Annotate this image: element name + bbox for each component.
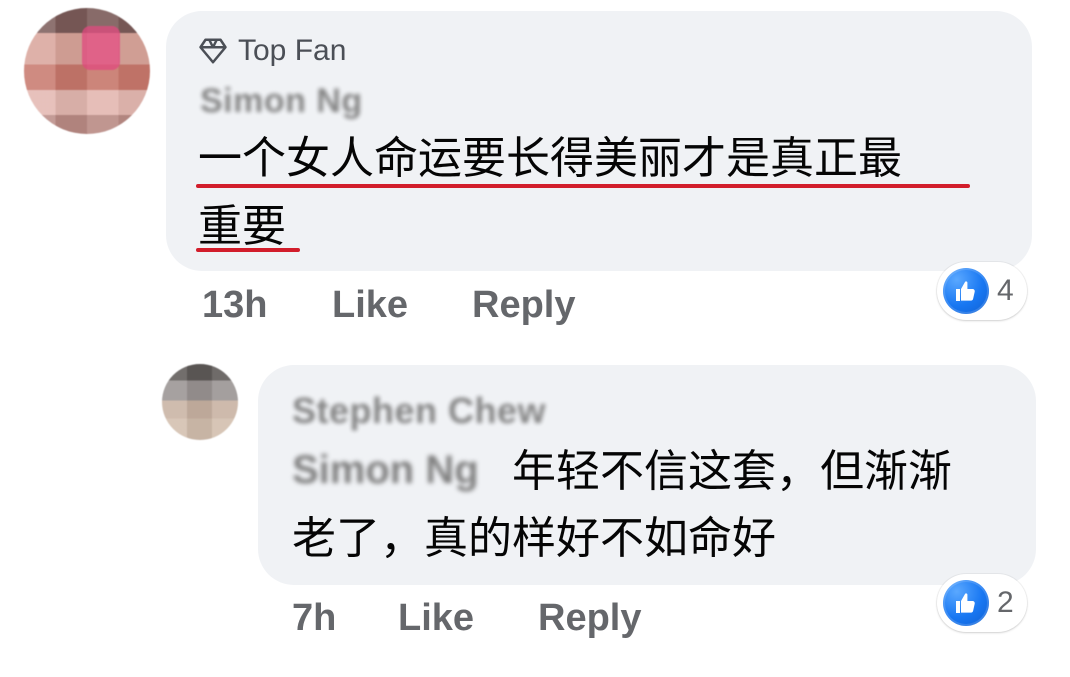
- comment-time[interactable]: 13h: [202, 284, 267, 327]
- mention-link[interactable]: Simon Ng: [292, 448, 479, 493]
- avatar[interactable]: [24, 8, 150, 134]
- comment-text-line-2: 老了，真的样好不如命好: [292, 513, 776, 564]
- reaction-count: 2: [997, 586, 1014, 619]
- comment-text-line-1: 一个女人命运要长得美丽才是真正最: [198, 133, 902, 184]
- like-button[interactable]: Like: [332, 284, 408, 327]
- reactions-pill[interactable]: 2: [937, 574, 1027, 632]
- reactions-pill[interactable]: 4: [937, 262, 1027, 320]
- diamond-icon: [198, 36, 228, 66]
- comment-author[interactable]: Stephen Chew: [292, 390, 546, 432]
- comment-time[interactable]: 7h: [292, 597, 336, 640]
- comment-author[interactable]: Simon Ng: [200, 82, 363, 121]
- underline-marker: [196, 184, 970, 188]
- top-fan-label: Top Fan: [238, 34, 347, 67]
- reply-button[interactable]: Reply: [472, 284, 575, 327]
- top-fan-badge: Top Fan: [198, 34, 346, 68]
- avatar[interactable]: [162, 364, 238, 440]
- underline-marker: [196, 248, 300, 252]
- comment-text-line-1: 年轻不信这套，但渐渐: [512, 446, 952, 497]
- comment-text-line-2: 重要: [198, 201, 286, 252]
- reaction-count: 4: [997, 274, 1014, 307]
- thumbs-up-icon: [943, 268, 989, 314]
- comments-thread: Top Fan Simon Ng 一个女人命运要长得美丽才是真正最 重要 13h…: [0, 0, 1070, 677]
- like-button[interactable]: Like: [398, 597, 474, 640]
- thumbs-up-icon: [943, 580, 989, 626]
- reply-button[interactable]: Reply: [538, 597, 641, 640]
